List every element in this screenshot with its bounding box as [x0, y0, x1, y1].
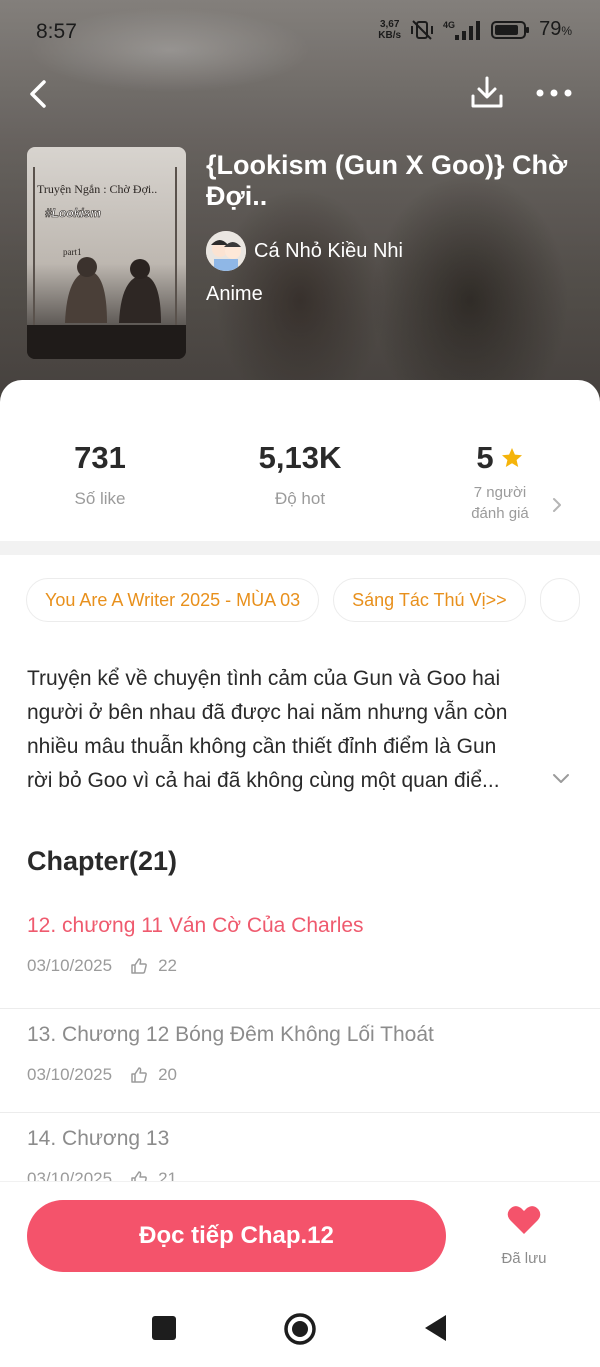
book-category[interactable]: Anime: [206, 283, 263, 306]
back-button[interactable]: [22, 76, 56, 112]
status-bar: 8:57 3,67 KB/s 4G 79%: [0, 0, 600, 66]
thumbs-up-icon: [131, 958, 147, 974]
continue-reading-button[interactable]: Đọc tiếp Chap.12: [27, 1200, 446, 1272]
chapter-likes: 20: [158, 1065, 178, 1084]
likes-label: Số like: [74, 489, 126, 508]
chapter-date: 03/10/2025: [27, 956, 113, 975]
battery-percent: 79%: [539, 18, 572, 40]
chapter-list-heading: Chapter(21): [27, 846, 178, 876]
description-line: rời bỏ Goo vì cả hai đã không cùng một q…: [27, 769, 500, 792]
system-back-button[interactable]: [422, 1313, 448, 1343]
chevron-down-icon[interactable]: [551, 772, 571, 786]
signal-icon: 4G: [443, 20, 481, 40]
vibrate-mute-icon: [411, 19, 434, 40]
network-speed: 3,67 KB/s: [378, 18, 402, 41]
chevron-right-icon[interactable]: [550, 496, 564, 514]
tag-chip[interactable]: Sáng Tác Thú Vị>>: [333, 578, 526, 622]
chapter-list: 12. chương 11 Ván Cờ Của Charles 03/10/2…: [0, 904, 600, 1216]
saved-label: Đã lưu: [501, 1250, 547, 1267]
cover-tag-text: #Lookism: [45, 206, 101, 220]
hot-count: 5,13K: [258, 440, 342, 475]
description-line: Truyện kể về chuyện tình cảm của Gun và …: [27, 667, 501, 690]
cover-part-text: part1: [63, 247, 82, 257]
heart-icon: [507, 1206, 541, 1234]
cover-title-text: Truyện Ngắn : Chờ Đợi..: [37, 182, 157, 196]
rating-value: 5: [476, 440, 494, 475]
stats-row: 731 Số like 5,13K Độ hot 5 7 người đánh …: [0, 380, 600, 540]
chapter-title: 12. chương 11 Ván Cờ Của Charles: [27, 914, 364, 937]
hot-label: Độ hot: [274, 489, 326, 508]
status-time: 8:57: [36, 20, 77, 43]
top-action-bar: [0, 72, 600, 116]
chapter-likes: 22: [158, 956, 178, 975]
chapter-meta: 03/10/2025 20: [27, 1065, 177, 1085]
author-row[interactable]: Cá Nhỏ Kiều Nhi: [206, 231, 403, 271]
status-indicators: 3,67 KB/s 4G 79%: [378, 18, 572, 41]
chapter-item[interactable]: 12. chương 11 Ván Cờ Của Charles 03/10/2…: [0, 904, 600, 1008]
star-icon: [501, 448, 522, 467]
tag-chip[interactable]: You Are A Writer 2025 - MÙA 03: [26, 578, 320, 622]
story-description[interactable]: Truyện kể về chuyện tình cảm của Gun và …: [27, 662, 557, 798]
bottom-action-bar: Đọc tiếp Chap.12 Đã lưu: [0, 1181, 600, 1291]
chapter-meta: 03/10/2025 22: [27, 956, 177, 976]
network-type-label: 4G: [443, 20, 455, 30]
recent-apps-button[interactable]: [152, 1316, 176, 1340]
rating-count-label: 7 người đánh giá: [471, 484, 529, 522]
more-options-button[interactable]: [534, 80, 574, 106]
author-name[interactable]: Cá Nhỏ Kiều Nhi: [254, 240, 403, 263]
likes-count: 731: [74, 440, 126, 475]
hot-stat: 5,13K Độ hot: [220, 440, 380, 509]
tag-list: You Are A Writer 2025 - MÙA 03 Sáng Tác …: [26, 578, 580, 622]
book-cover[interactable]: Truyện Ngắn : Chờ Đợi.. #Lookism part1: [27, 147, 186, 359]
cover-image: Truyện Ngắn : Chờ Đợi.. #Lookism part1: [27, 147, 186, 359]
rating-stat[interactable]: 5 7 người đánh giá: [440, 440, 560, 524]
rating-value-row: 5: [440, 440, 560, 476]
chapter-item[interactable]: 13. Chương 12 Bóng Đêm Không Lối Thoát 0…: [0, 1008, 600, 1112]
chapter-title: 14. Chương 13: [27, 1127, 170, 1150]
description-line: người ở bên nhau đã được hai năm nhưng v…: [27, 701, 508, 724]
author-avatar[interactable]: [206, 231, 246, 271]
tag-chip-partial[interactable]: [539, 578, 580, 622]
saved-button[interactable]: Đã lưu: [492, 1204, 556, 1274]
chapter-date: 03/10/2025: [27, 1065, 113, 1084]
likes-stat: 731 Số like: [40, 440, 160, 509]
thumbs-up-icon: [131, 1067, 147, 1083]
download-button[interactable]: [468, 74, 506, 112]
description-line: nhiều mâu thuẫn không cần thiết đỉnh điể…: [27, 735, 497, 758]
system-navigation-bar: [0, 1291, 600, 1367]
chapter-title: 13. Chương 12 Bóng Đêm Không Lối Thoát: [27, 1023, 434, 1046]
section-divider: [0, 541, 600, 555]
home-button[interactable]: [283, 1312, 317, 1346]
battery-icon: [491, 20, 530, 39]
book-title: {Lookism (Gun X Goo)} Chờ Đợi..: [206, 150, 568, 211]
